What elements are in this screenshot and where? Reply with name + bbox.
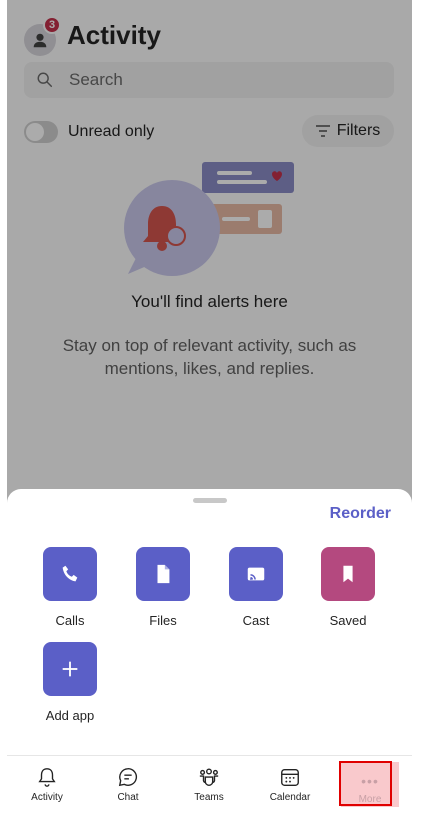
app-label: Cast [242,613,270,628]
cast-icon [247,567,265,581]
file-icon [157,564,170,584]
app-calls[interactable]: Calls [30,547,110,628]
bell-icon [38,768,56,787]
app-files[interactable]: Files [123,547,203,628]
app-label: Files [149,613,177,628]
tab-activity[interactable]: Activity [17,756,77,814]
plus-icon [62,661,78,677]
teams-icon [199,768,219,786]
reorder-button[interactable]: Reorder [330,505,391,523]
sheet-drag-handle[interactable] [193,498,227,503]
phone-icon [62,565,78,582]
tab-calendar[interactable]: Calendar [260,756,320,814]
add-app-tile[interactable] [43,642,97,696]
files-tile[interactable] [136,547,190,601]
tab-label: Calendar [269,792,311,803]
app-frame: 3 Activity Search Unread only Filters Yo… [7,0,412,815]
app-add-app[interactable]: Add app [30,642,110,723]
app-label: Add app [45,708,95,723]
cast-tile[interactable] [229,547,283,601]
calls-tile[interactable] [43,547,97,601]
calendar-icon [281,768,299,786]
tab-label: Activity [31,792,63,803]
tab-label: Chat [117,792,139,803]
app-label: Saved [329,613,367,628]
app-label: Calls [55,613,85,628]
app-cast[interactable]: Cast [216,547,296,628]
chat-icon [118,768,138,787]
tab-chat[interactable]: Chat [98,756,158,814]
tab-teams[interactable]: Teams [179,756,239,814]
saved-tile[interactable] [321,547,375,601]
app-saved[interactable]: Saved [308,547,388,628]
highlight-box [339,761,392,806]
screen: 3 Activity Search Unread only Filters Yo… [0,0,426,815]
tab-label: Teams [194,792,224,803]
bookmark-icon [343,565,353,583]
